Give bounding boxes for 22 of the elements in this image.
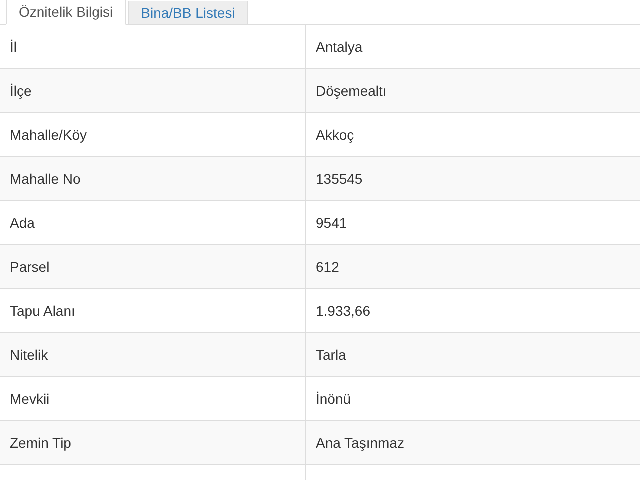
tab[interactable]: Bina/BB Listesi	[128, 1, 248, 25]
table-cell-text: Mevkii	[9, 390, 51, 408]
table-cell: Akkoç	[305, 113, 640, 156]
table-cell: 612	[305, 245, 640, 288]
tab[interactable]: Öznitelik Bilgisi	[6, 0, 126, 25]
table-cell-text: Parsel	[9, 258, 51, 276]
table-cell: İnönü	[305, 377, 640, 420]
table-cell-text: Mahalle/Köy	[9, 126, 88, 145]
table-cell: Döşemealtı	[305, 69, 640, 112]
table-cell: Antalya	[305, 25, 640, 68]
table-cell-text: Tapu Alanı	[9, 302, 76, 321]
table-cell: 9541	[305, 201, 640, 244]
table-cell: 1.933,66	[305, 289, 640, 332]
table-cell-text: Ada	[9, 214, 36, 232]
table-cell: Ana Taşınmaz	[305, 421, 640, 464]
table-cell: Tarla	[305, 333, 640, 376]
table-cell-text: Zemin Tip	[9, 434, 72, 453]
table-cell-text: İlçe	[9, 82, 33, 101]
table-cell-text: Mahalle No	[9, 170, 82, 188]
table-cell-text: Nitelik	[9, 346, 50, 364]
table-cell: 135545	[305, 157, 640, 200]
table-cell-text: İl	[9, 38, 18, 56]
